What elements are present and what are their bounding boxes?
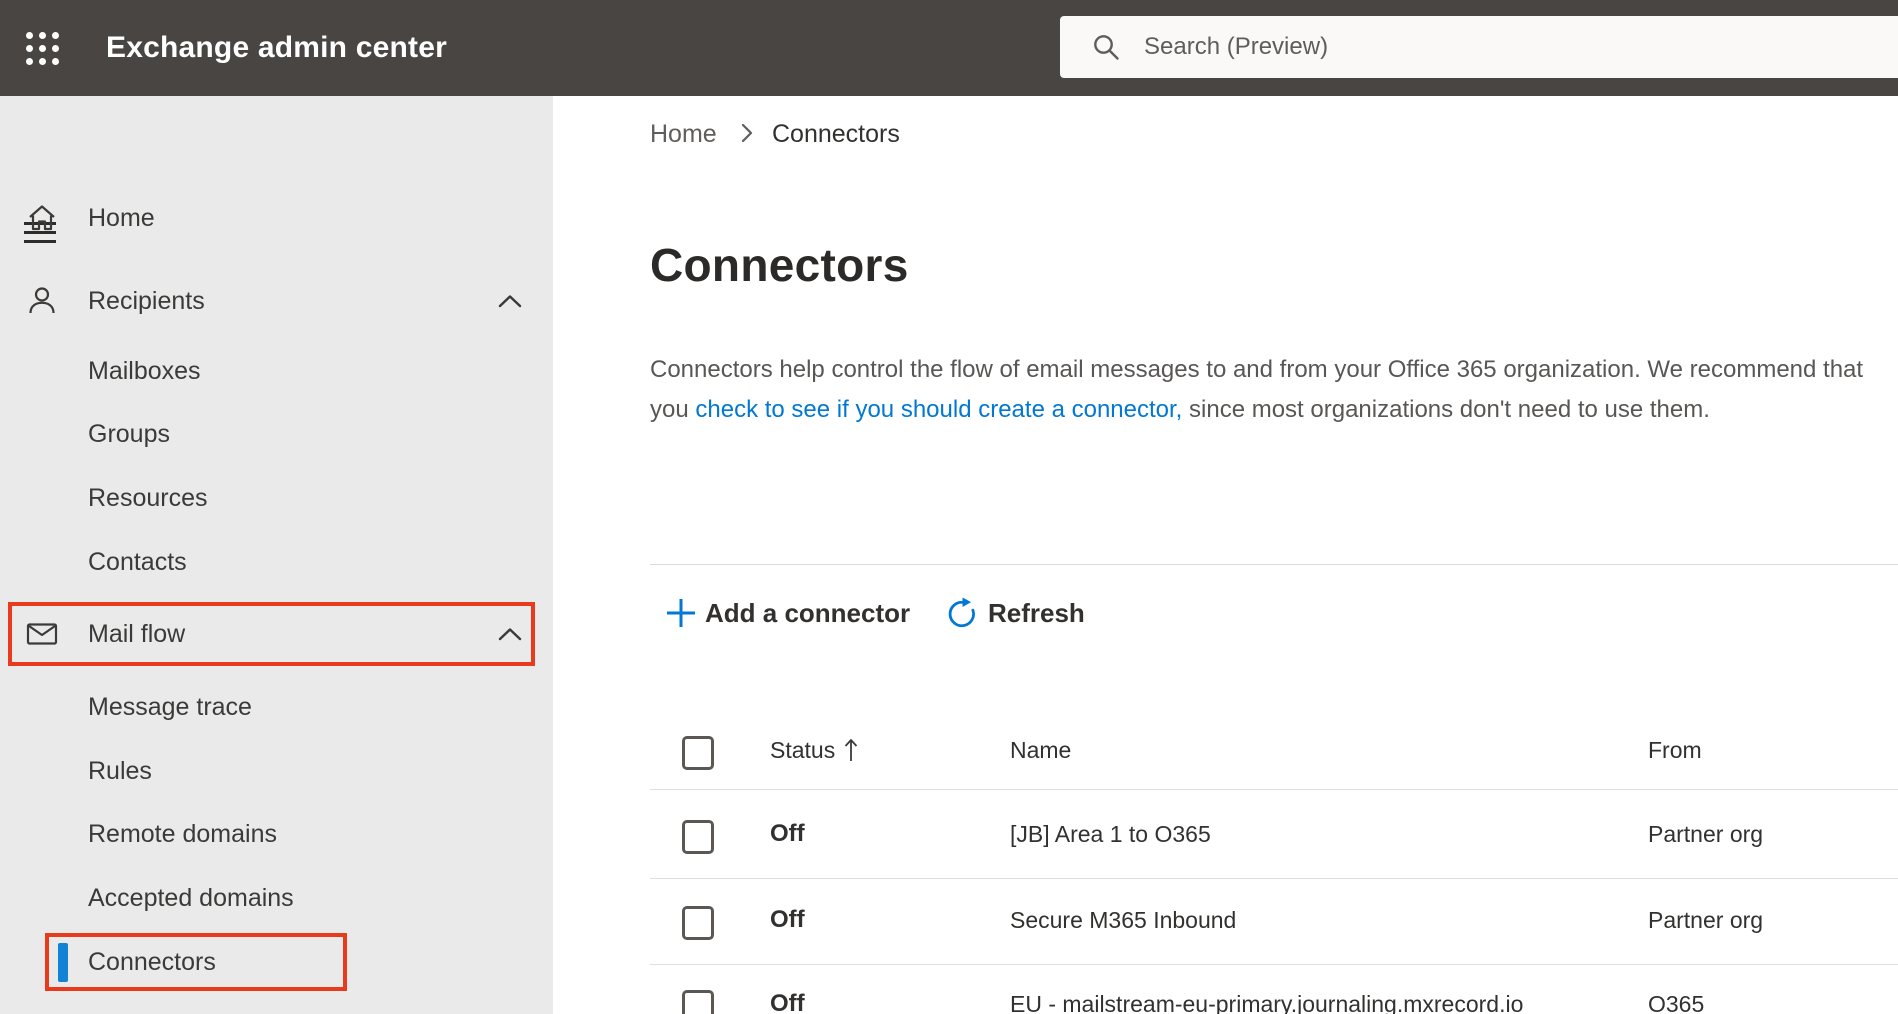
connector-name[interactable]: EU - mailstream-eu-primary.journaling.mx…: [1010, 989, 1523, 1014]
chevron-up-icon[interactable]: [498, 627, 522, 641]
row-divider: [650, 878, 1898, 879]
home-icon: [29, 205, 55, 231]
create-connector-check-link[interactable]: check to see if you should create a conn…: [695, 396, 1182, 423]
row-checkbox[interactable]: [682, 820, 714, 854]
sidebar-item-message-trace[interactable]: Message trace: [0, 682, 553, 732]
refresh-button[interactable]: Refresh: [988, 598, 1085, 628]
sidebar-item-contacts[interactable]: Contacts: [0, 537, 553, 587]
column-header-from[interactable]: From: [1648, 735, 1702, 765]
mail-icon: [26, 623, 58, 645]
select-all-checkbox[interactable]: [682, 736, 714, 770]
sidebar-item-rules[interactable]: Rules: [0, 746, 553, 796]
sidebar-item-home[interactable]: Home: [0, 193, 553, 243]
global-search-box[interactable]: [1060, 16, 1898, 78]
app-title: Exchange admin center: [106, 31, 447, 64]
sidebar-item-resources[interactable]: Resources: [0, 473, 553, 523]
connector-from: Partner org: [1648, 907, 1764, 933]
connector-name[interactable]: Secure M365 Inbound: [1010, 905, 1236, 935]
sidebar-item-remote-domains[interactable]: Remote domains: [0, 809, 553, 859]
row-checkbox[interactable]: [682, 906, 714, 940]
breadcrumb-home-link[interactable]: Home: [650, 120, 717, 148]
page-title: Connectors: [650, 239, 909, 291]
row-divider: [650, 964, 1898, 965]
description-text: since most organizations don't need to u…: [1182, 396, 1710, 423]
page-description: Connectors help control the flow of emai…: [650, 350, 1872, 430]
toolbar-divider: [650, 564, 1898, 565]
sidebar-item-recipients[interactable]: Recipients: [0, 276, 553, 326]
connector-status: Off: [770, 820, 805, 847]
sidebar-item-groups[interactable]: Groups: [0, 409, 553, 459]
plus-icon: [667, 599, 695, 627]
app-launcher-waffle-icon[interactable]: [20, 26, 64, 70]
exchange-admin-center-window: Exchange admin center Home Recipients: [0, 0, 1898, 1014]
sidebar-item-mailboxes[interactable]: Mailboxes: [0, 346, 553, 396]
row-checkbox[interactable]: [682, 990, 714, 1014]
connector-name[interactable]: [JB] Area 1 to O365: [1010, 819, 1211, 849]
add-connector-button[interactable]: Add a connector: [705, 598, 910, 628]
sidebar-item-mail-flow[interactable]: Mail flow: [0, 609, 553, 659]
sidebar-item-accepted-domains[interactable]: Accepted domains: [0, 873, 553, 923]
breadcrumb-current: Connectors: [772, 120, 900, 148]
sidebar-item-connectors[interactable]: Connectors: [0, 937, 553, 987]
refresh-icon: [948, 597, 975, 628]
row-divider: [650, 789, 1898, 790]
connector-status: Off: [770, 990, 805, 1014]
connector-from: O365: [1648, 991, 1705, 1014]
sort-ascending-arrow-icon: [844, 739, 858, 761]
connector-status: Off: [770, 906, 805, 933]
selected-item-indicator: [58, 943, 68, 982]
column-header-name[interactable]: Name: [1010, 735, 1071, 765]
person-icon: [29, 287, 55, 314]
column-header-status[interactable]: Status: [770, 735, 835, 765]
connector-from: Partner org: [1648, 821, 1764, 847]
chevron-up-icon[interactable]: [498, 294, 522, 308]
breadcrumb-chevron-icon: [741, 123, 753, 143]
top-bar: Exchange admin center: [0, 0, 1898, 96]
search-icon: [1094, 35, 1119, 60]
search-input[interactable]: [1142, 32, 1898, 62]
